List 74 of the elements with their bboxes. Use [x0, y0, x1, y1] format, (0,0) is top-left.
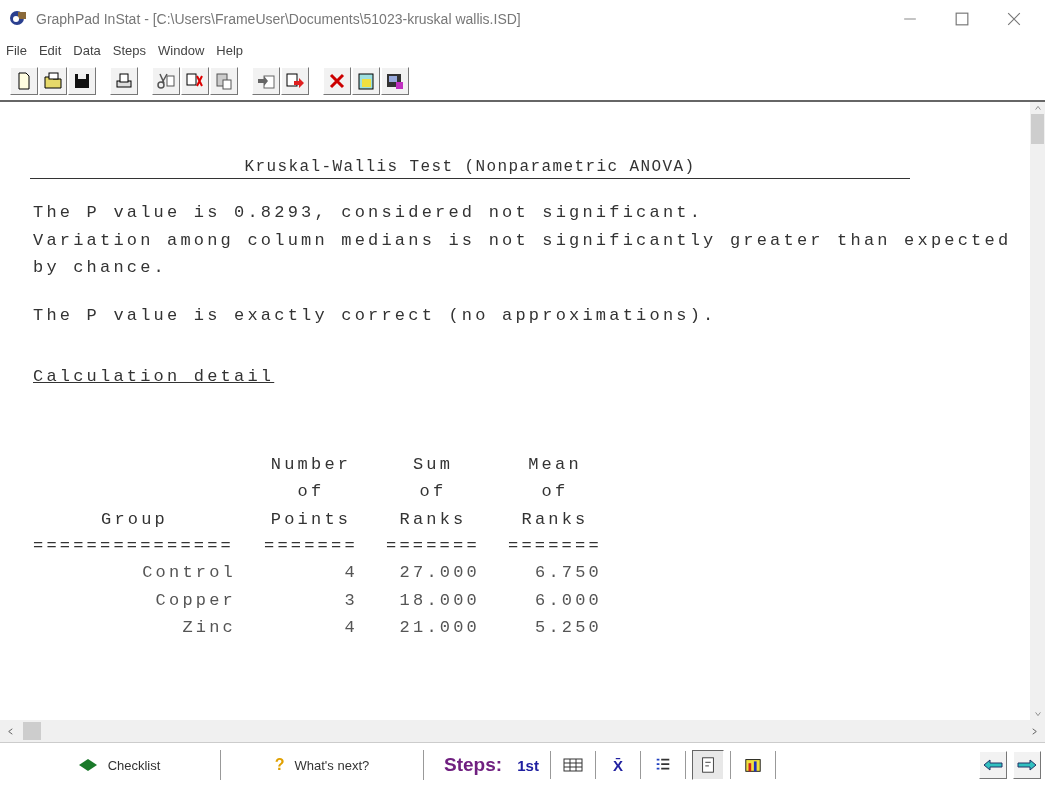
grid-icon	[563, 757, 584, 773]
table-cell-text: 18.000	[398, 589, 480, 612]
report-text: Variation among column medians is not significantly greater than expected	[33, 229, 1013, 252]
column-header: Sum of Ranks	[398, 453, 468, 531]
report-text: by chance.	[33, 257, 169, 279]
table-cell-text: 6.000	[534, 589, 602, 612]
scroll-thumb[interactable]	[1031, 114, 1044, 144]
question-mark-icon: ?	[274, 756, 285, 774]
close-icon	[327, 71, 347, 91]
report-text: The P value is 0.8293, considered not significant.	[33, 202, 705, 224]
folder-icon	[43, 71, 63, 91]
table-cell-text: 3	[343, 589, 358, 612]
column-rule: =======	[264, 535, 358, 557]
steps-label: Steps:	[443, 754, 504, 776]
report-text: The P value is exactly correct (no approximations).	[33, 304, 718, 327]
scroll-thumb[interactable]	[23, 722, 41, 740]
new-button[interactable]	[10, 67, 38, 95]
paste-button[interactable]	[210, 67, 238, 95]
cut-button[interactable]	[152, 67, 180, 95]
report-button[interactable]	[381, 67, 409, 95]
table-cell-text: 5.250	[534, 617, 602, 639]
step-text-button[interactable]: 1st	[512, 750, 545, 780]
right-arrow-icon	[1017, 759, 1037, 771]
column-header: Number of Points	[269, 453, 353, 531]
scroll-right-icon[interactable]	[1030, 726, 1039, 736]
clipboard-button[interactable]	[352, 67, 380, 95]
clipboard-icon	[356, 71, 376, 91]
scissors-icon	[156, 71, 176, 91]
column-header: Mean of Ranks	[520, 453, 590, 531]
vertical-scrollbar[interactable]	[1030, 102, 1045, 720]
window-title: GraphPad InStat - [C:\Users\FrameUser\Documents\51023-kruskal wallis.ISD]	[36, 11, 522, 27]
maximize-icon[interactable]	[955, 12, 969, 26]
column-rule: =======	[386, 535, 480, 557]
menu-item[interactable]: File	[6, 42, 27, 58]
copy-button[interactable]	[181, 67, 209, 95]
table-cell-text: Control	[141, 562, 236, 584]
back-button[interactable]	[979, 751, 1007, 779]
table-cell-text: Copper	[154, 589, 236, 612]
printer-icon	[114, 71, 134, 91]
menu-item[interactable]: Steps	[112, 42, 147, 58]
column-rule: =======	[508, 535, 602, 557]
import-button[interactable]	[252, 67, 280, 95]
horizontal-scrollbar[interactable]	[0, 720, 1045, 743]
table-cell-text: Zinc	[181, 617, 236, 639]
step-text-button[interactable]: X̄	[602, 750, 635, 780]
documents-icon	[214, 71, 234, 91]
menu-item[interactable]: Data	[73, 42, 101, 58]
forward-button[interactable]	[1013, 751, 1041, 779]
table-cell-text: 4	[343, 562, 358, 584]
close-icon[interactable]	[1007, 12, 1021, 26]
step-report-button[interactable]	[692, 750, 725, 780]
whats-next-button[interactable]: ? What's next?	[227, 750, 417, 780]
delete-button[interactable]	[323, 67, 351, 95]
table-cell-text: 21.000	[398, 617, 480, 639]
save-button[interactable]	[68, 67, 96, 95]
table-cell-text: 4	[343, 617, 358, 639]
menu-item[interactable]: Edit	[38, 42, 62, 58]
picture-page-icon	[385, 71, 405, 91]
table-cell-text: 27.000	[398, 562, 480, 584]
menu-item[interactable]: Help	[216, 42, 244, 58]
left-arrow-icon	[983, 759, 1003, 771]
checklist-button[interactable]: Checklist	[24, 750, 214, 780]
arrow-out-of-page-icon	[285, 71, 305, 91]
menu-item[interactable]: Window	[158, 42, 205, 58]
bar-chart-icon	[744, 756, 763, 774]
open-button[interactable]	[39, 67, 67, 95]
scroll-left-icon[interactable]	[6, 726, 15, 736]
column-header: Group	[100, 508, 169, 531]
column-rule: ===============	[33, 535, 236, 557]
section-heading: Calculation detail	[33, 366, 276, 388]
export-button[interactable]	[281, 67, 309, 95]
report-heading: Kruskal-Wallis Test (Nonparametric ANOVA)	[30, 156, 910, 179]
print-button[interactable]	[110, 67, 138, 95]
table-cell-text: 6.750	[534, 562, 602, 584]
